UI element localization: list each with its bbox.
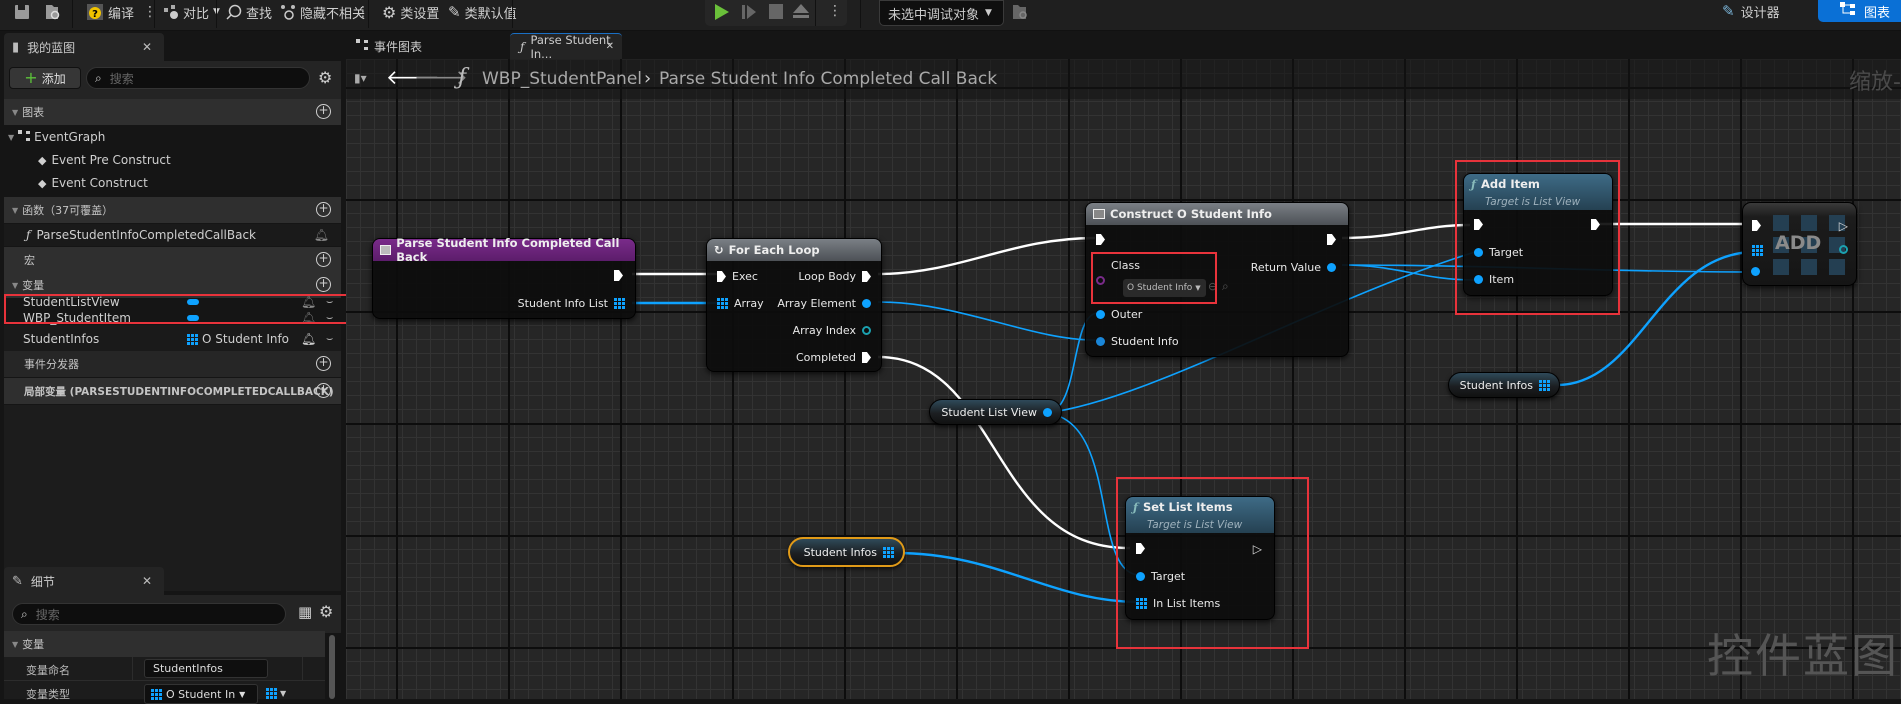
array-pin-icon bbox=[614, 298, 625, 309]
node-title: Parse Student Info Completed Call Back bbox=[396, 236, 620, 264]
exec-wire bbox=[1341, 223, 1471, 240]
exec-pin-icon bbox=[717, 271, 726, 282]
object-pin-icon bbox=[862, 299, 871, 308]
exec-pin-icon bbox=[614, 270, 623, 281]
exec-out-pin[interactable] bbox=[1327, 234, 1336, 245]
array-wire bbox=[894, 551, 1141, 604]
object-pin-icon bbox=[1043, 407, 1052, 417]
exec-pin-outline-icon: ▷ bbox=[1838, 219, 1848, 233]
pin-label: Outer bbox=[1111, 308, 1143, 321]
pin-label: Loop Body bbox=[798, 270, 856, 283]
construct-icon bbox=[1093, 209, 1105, 219]
int-pin-icon bbox=[1839, 245, 1848, 254]
browse-icon[interactable]: ⌕ bbox=[1222, 279, 1229, 294]
object-pin-icon bbox=[1096, 337, 1105, 346]
exec-in-pin[interactable]: Exec bbox=[717, 270, 758, 283]
node-get-student-list-view[interactable]: Student List View bbox=[929, 399, 1062, 425]
object-pin-icon bbox=[1096, 310, 1105, 319]
array-index-pin[interactable]: Array Index bbox=[793, 324, 871, 337]
new-item-pin[interactable] bbox=[1751, 267, 1760, 276]
node-array-add[interactable]: ADD ▷ bbox=[1742, 202, 1857, 286]
exec-out-pin[interactable] bbox=[614, 270, 623, 281]
exec-wire bbox=[877, 236, 1096, 276]
exec-pin-icon bbox=[1752, 220, 1761, 231]
student-info-list-pin[interactable]: Student Info List bbox=[518, 297, 625, 310]
array-pin-icon bbox=[1752, 245, 1763, 256]
exec-wire bbox=[877, 355, 1131, 550]
completed-pin[interactable]: Completed bbox=[796, 351, 871, 364]
node-for-each-loop[interactable]: ↻ For Each Loop Exec Array Loop Body Arr… bbox=[706, 238, 882, 372]
node-title: For Each Loop bbox=[728, 243, 820, 257]
exec-out-pin[interactable]: ▷ bbox=[1839, 219, 1848, 233]
student-info-pin[interactable]: Student Info bbox=[1096, 335, 1179, 348]
pin-label: Return Value bbox=[1250, 261, 1321, 274]
wires-layer bbox=[632, 222, 1756, 604]
int-pin-icon bbox=[862, 326, 871, 335]
highlight-box bbox=[1116, 477, 1309, 649]
loop-body-pin[interactable]: Loop Body bbox=[798, 270, 871, 283]
exec-in-pin[interactable] bbox=[1096, 234, 1105, 245]
outer-pin[interactable]: Outer bbox=[1096, 308, 1142, 321]
node-get-student-infos[interactable]: Student Infos bbox=[1448, 372, 1560, 398]
return-index-pin[interactable] bbox=[1839, 245, 1848, 254]
node-get-student-infos-selected[interactable]: Student Infos bbox=[788, 537, 905, 567]
exec-pin-icon bbox=[1096, 234, 1105, 245]
exec-pin-icon bbox=[862, 271, 871, 282]
pin-label: Student Info bbox=[1111, 335, 1179, 348]
exec-pin-icon bbox=[1327, 234, 1336, 245]
array-pin-icon bbox=[883, 546, 894, 558]
array-element-pin[interactable]: Array Element bbox=[777, 297, 871, 310]
pin-label: Completed bbox=[796, 351, 856, 364]
target-array-pin[interactable] bbox=[1752, 245, 1763, 256]
object-wire bbox=[877, 301, 1096, 341]
highlight-box bbox=[1455, 160, 1620, 315]
node-title: ADD bbox=[1775, 232, 1822, 254]
exec-in-pin[interactable] bbox=[1752, 220, 1761, 231]
pin-label: Array bbox=[734, 297, 764, 310]
pin-label: Student Info List bbox=[517, 297, 608, 310]
node-title: Construct O Student Info bbox=[1110, 207, 1272, 221]
function-entry-icon bbox=[380, 245, 392, 255]
variable-label: Student Infos bbox=[803, 545, 877, 559]
array-pin-icon bbox=[717, 298, 728, 309]
pin-label: Array Element bbox=[777, 297, 856, 310]
loop-icon: ↻ bbox=[714, 243, 724, 257]
array-pin-icon bbox=[1539, 379, 1550, 391]
object-pin-icon bbox=[1327, 263, 1336, 272]
object-pin-icon bbox=[1751, 267, 1760, 276]
node-function-entry[interactable]: Parse Student Info Completed Call Back S… bbox=[372, 236, 636, 319]
array-in-pin[interactable]: Array bbox=[717, 297, 764, 310]
pin-label: Exec bbox=[732, 270, 758, 283]
exec-pin-icon bbox=[862, 352, 871, 363]
variable-label: Student List View bbox=[941, 405, 1037, 419]
pin-label: Array Index bbox=[792, 324, 856, 337]
highlight-box bbox=[1091, 252, 1217, 304]
return-value-pin[interactable]: Return Value bbox=[1251, 261, 1336, 274]
variable-label: Student Infos bbox=[1459, 378, 1533, 392]
